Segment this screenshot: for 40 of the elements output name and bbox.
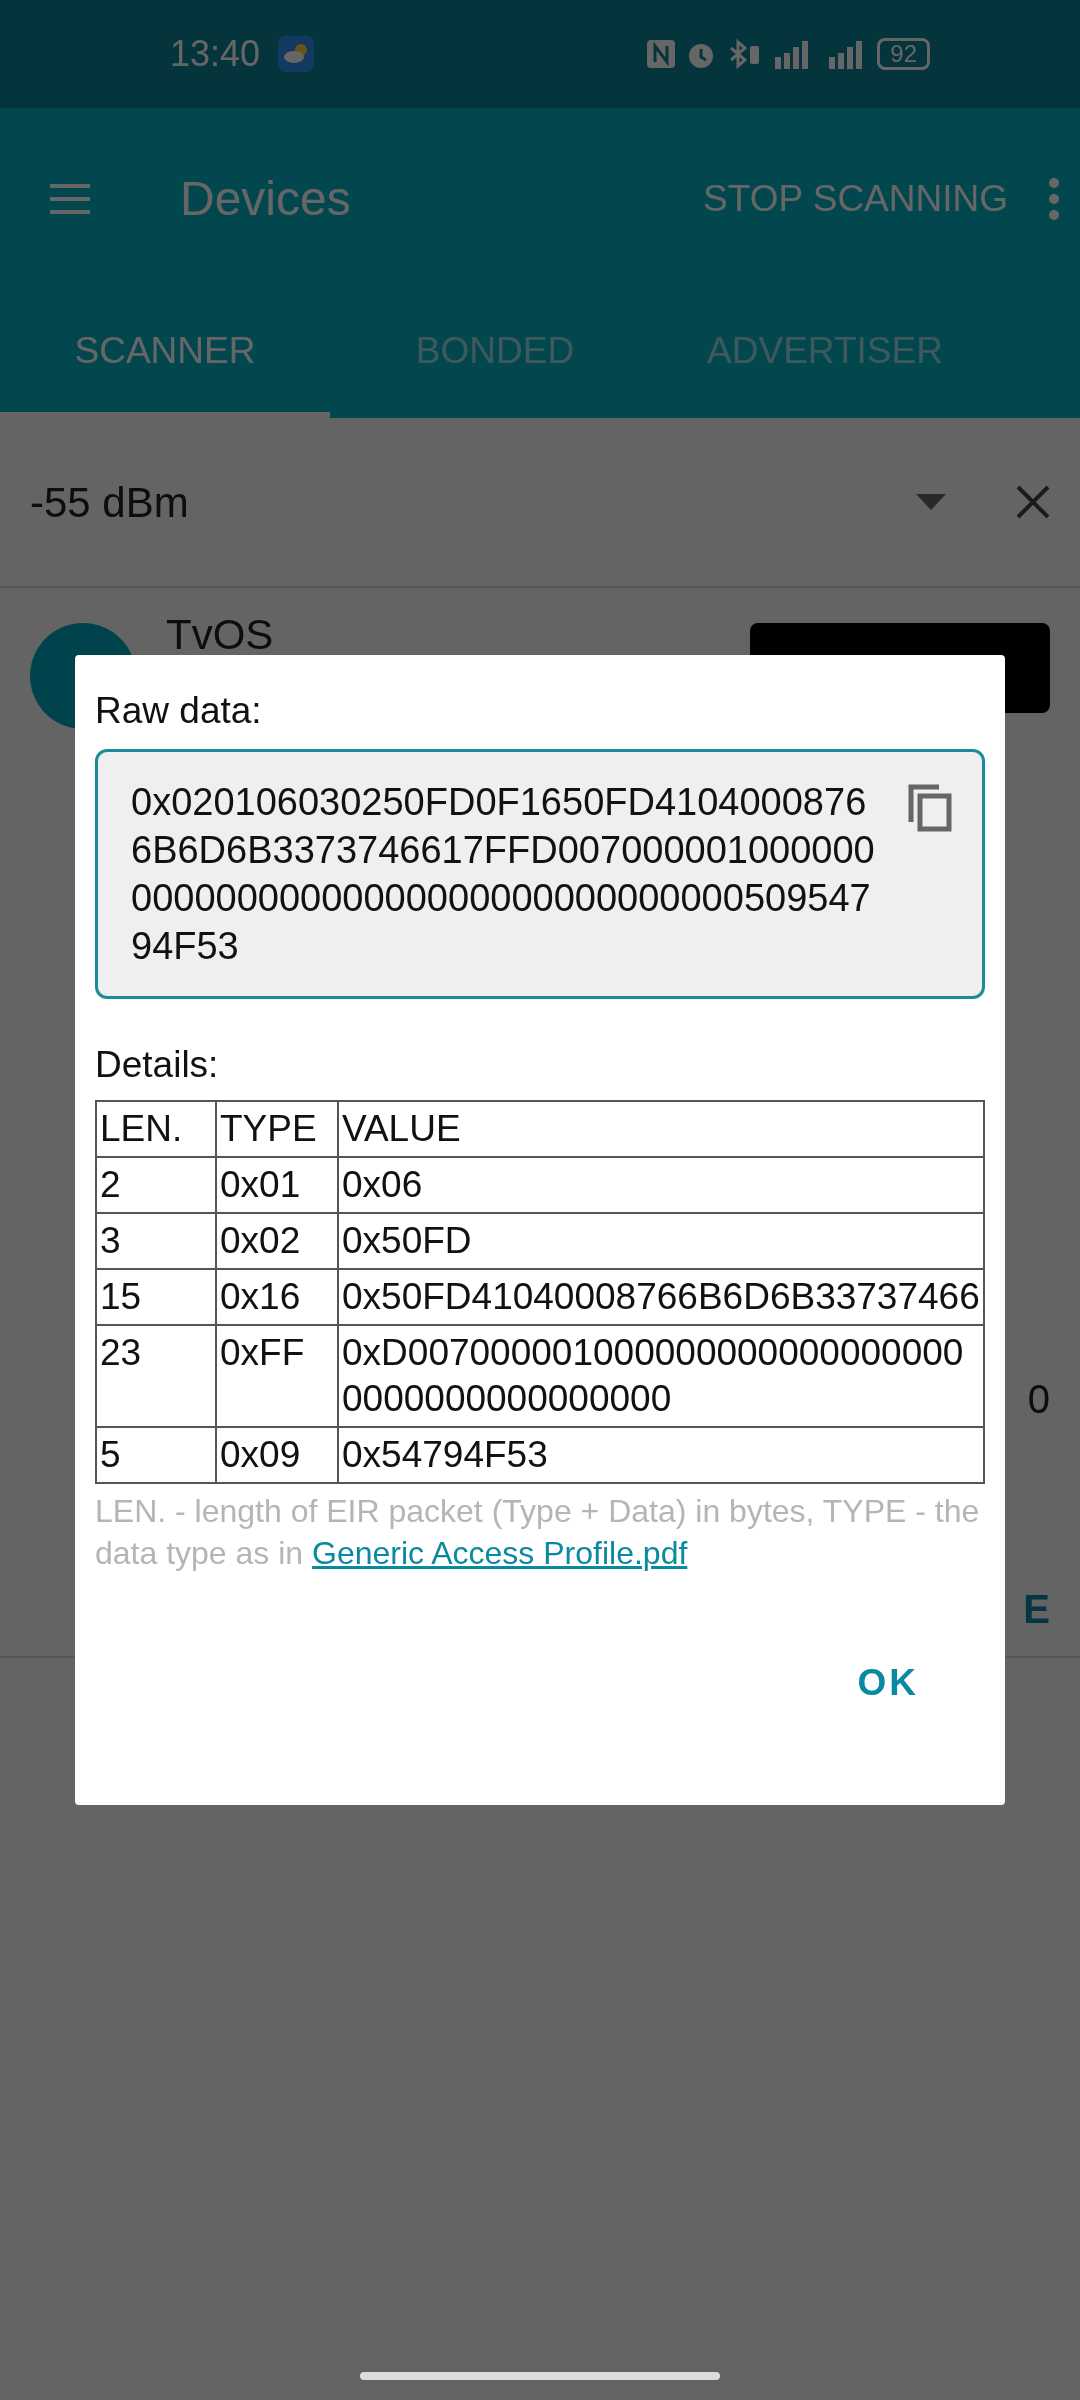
battery-level: 92	[877, 38, 930, 70]
table-cell: 0x16	[216, 1269, 338, 1325]
partial-text: 0	[1027, 1376, 1050, 1423]
table-cell: 0x01	[216, 1157, 338, 1213]
menu-icon[interactable]	[50, 184, 90, 214]
raw-data-field[interactable]: 0x020106030250FD0F1650FD41040008766B6D6B3373746617FFD0070000010000000000000000000000000000000000050954794F53	[95, 748, 985, 999]
table-cell: 3	[96, 1213, 216, 1269]
table-cell: 0x06	[338, 1157, 984, 1213]
ok-button[interactable]: OK	[851, 1654, 925, 1712]
table-cell: 0x54794F53	[338, 1427, 984, 1483]
rssi-filter-value: -55 dBm	[30, 477, 189, 528]
weather-icon	[278, 36, 315, 72]
column-header: LEN.	[96, 1101, 216, 1157]
column-header: TYPE	[216, 1101, 338, 1157]
dropdown-arrow-icon[interactable]	[916, 494, 946, 510]
copy-icon[interactable]	[908, 783, 952, 832]
stop-scanning-button[interactable]: STOP SCANNING	[703, 171, 1008, 227]
table-cell: 0x02	[216, 1213, 338, 1269]
footnote: LEN. - length of EIR packet (Type + Data) in bytes, TYPE - the data type as in Generic Access Profile.pdf	[95, 1492, 981, 1573]
table-cell: 0xFF	[216, 1325, 338, 1427]
section-label: Details:	[95, 1042, 220, 1087]
table-cell: 15	[96, 1269, 216, 1325]
table-cell: 5	[96, 1427, 216, 1483]
table-cell: 0x50FD	[338, 1213, 984, 1269]
clock: 13:40	[170, 32, 261, 76]
partial-link-text[interactable]: E	[1023, 1579, 1050, 1639]
pdf-link[interactable]: Generic Access Profile.pdf	[312, 1535, 688, 1571]
section-label: Raw data:	[95, 689, 263, 733]
table-cell: 0x50FD41040008766B6D6B33737466	[338, 1269, 984, 1325]
more-options-icon[interactable]	[1048, 177, 1060, 221]
tab[interactable]: SCANNER	[0, 290, 330, 418]
table-cell: 23	[96, 1325, 216, 1427]
table-cell: 0xD0070000010000000000000000000000000000000000	[338, 1325, 984, 1427]
column-header: VALUE	[338, 1101, 984, 1157]
nfc-icon	[645, 38, 678, 70]
screen-title: Devices	[180, 171, 351, 227]
close-icon[interactable]	[1016, 485, 1050, 519]
table-cell: 2	[96, 1157, 216, 1213]
table-cell: 0x09	[216, 1427, 338, 1483]
device-name: TvOS	[166, 610, 274, 660]
